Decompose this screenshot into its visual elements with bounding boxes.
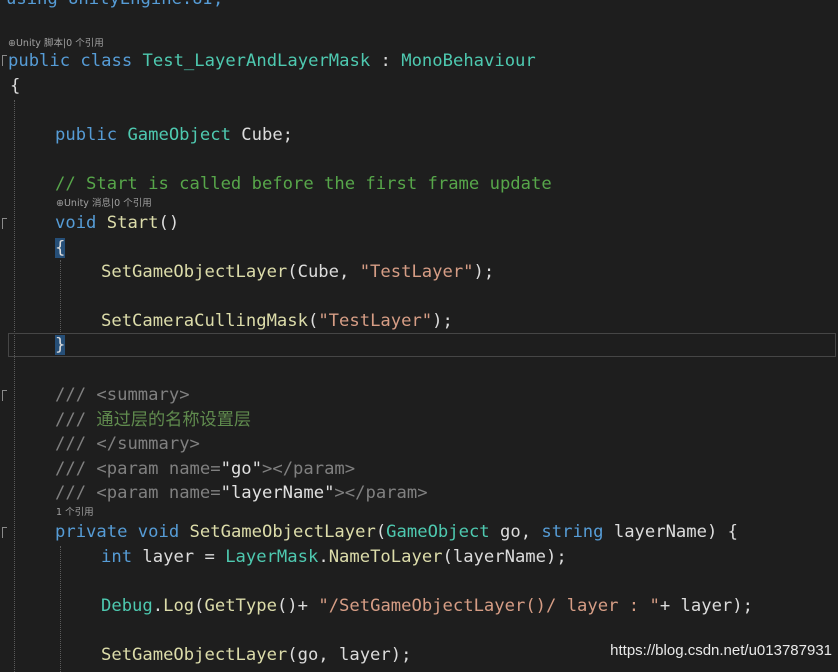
code-line-call1[interactable]: SetGameObjectLayer(Cube, "TestLayer");	[101, 260, 838, 284]
code-line-using[interactable]: using UnityEngine.UI;	[6, 0, 838, 11]
unity-icon: ⊕	[56, 198, 64, 209]
fold-marker-icon[interactable]	[2, 218, 7, 229]
code-line-start-open[interactable]: {	[55, 236, 838, 260]
unity-icon: ⊕	[8, 38, 16, 49]
code-line-doc-text[interactable]: /// 通过层的名称设置层	[55, 408, 838, 432]
code-line-start-close[interactable]: }	[55, 333, 838, 357]
code-editor[interactable]: using UnityEngine.UI; ⊕Unity 脚本|0 个引用 pu…	[0, 0, 838, 672]
code-line-doc-summary-close[interactable]: /// </summary>	[55, 432, 838, 456]
code-line-doc-summary-open[interactable]: /// <summary>	[55, 383, 838, 407]
code-line-debug-log[interactable]: Debug.Log(GetType()+ "/SetGameObjectLaye…	[101, 594, 838, 618]
code-line-int-layer[interactable]: int layer = LayerMask.NameToLayer(layerN…	[101, 545, 838, 569]
watermark: https://blog.csdn.net/u013787931	[610, 642, 832, 659]
code-line-start-decl[interactable]: void Start()	[55, 211, 838, 235]
indent-guide	[60, 546, 61, 672]
indent-guide	[60, 260, 61, 342]
code-line-method-decl[interactable]: private void SetGameObjectLayer(GameObje…	[55, 520, 838, 544]
code-line-doc-param-go[interactable]: /// <param name="go"></param>	[55, 457, 838, 481]
code-line-doc-param-layername[interactable]: /// <param name="layerName"></param>	[55, 481, 838, 505]
codelens-start[interactable]: ⊕Unity 消息|0 个引用	[56, 198, 152, 210]
code-line-open-brace[interactable]: {	[10, 74, 838, 98]
codelens-method[interactable]: 1 个引用	[56, 507, 94, 519]
using-text: using UnityEngine.UI;	[6, 0, 223, 9]
code-line-comment[interactable]: // Start is called before the first fram…	[55, 172, 838, 196]
fold-marker-icon[interactable]	[2, 390, 7, 401]
code-line-call2[interactable]: SetCameraCullingMask("TestLayer");	[101, 309, 838, 333]
indent-guide	[14, 100, 15, 672]
fold-marker-icon[interactable]	[2, 527, 7, 538]
code-line-field[interactable]: public GameObject Cube;	[55, 123, 838, 147]
code-line-class[interactable]: public class Test_LayerAndLayerMask : Mo…	[8, 49, 838, 73]
fold-marker-icon[interactable]	[2, 55, 7, 66]
